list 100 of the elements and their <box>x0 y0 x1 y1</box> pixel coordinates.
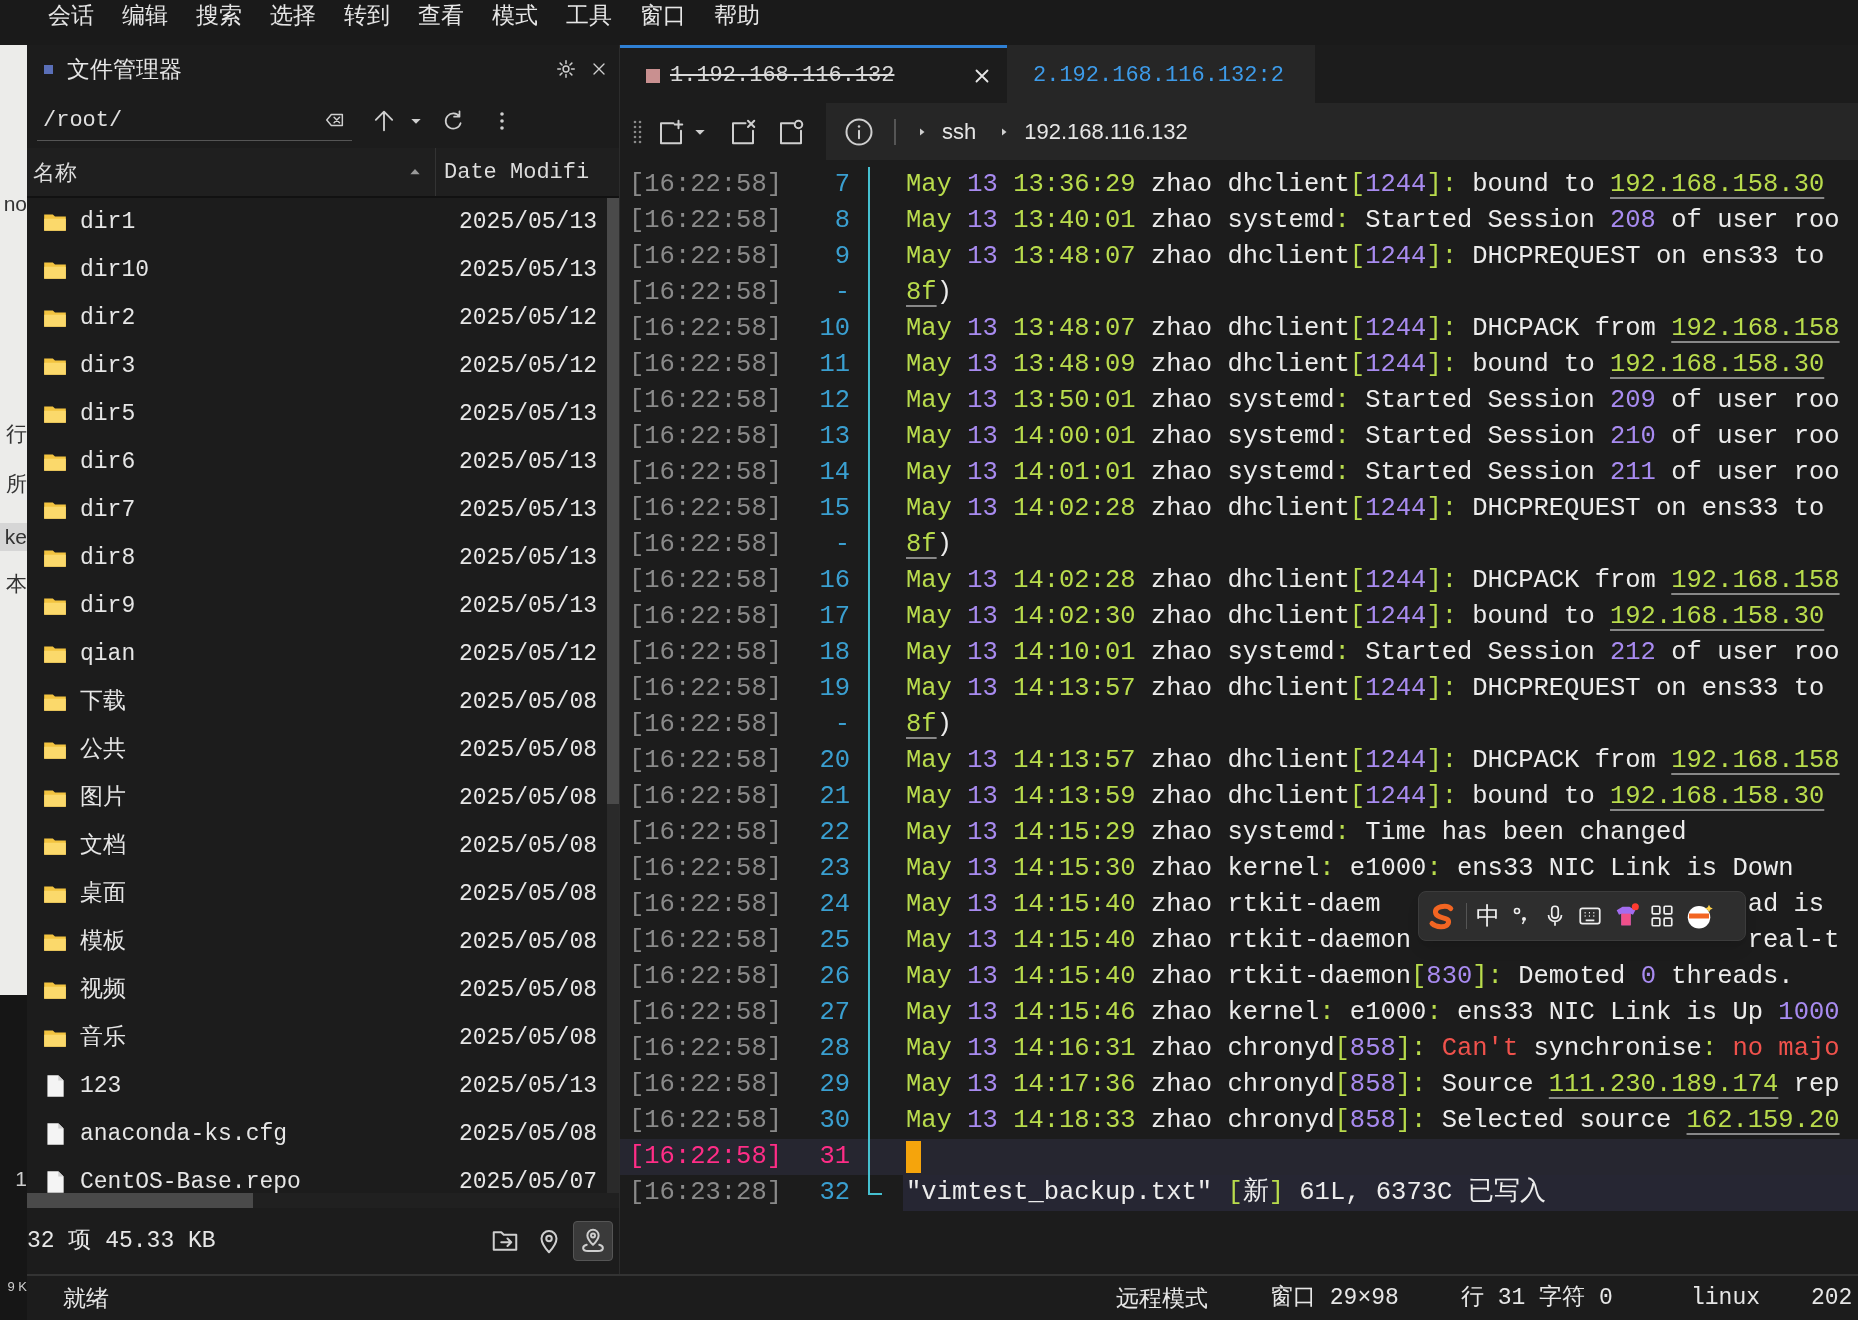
background-text: 所 <box>6 471 27 497</box>
column-header[interactable]: 名称 <box>27 148 436 196</box>
line-number: 11 <box>818 349 850 381</box>
line-number: 29 <box>818 1069 850 1101</box>
file-row[interactable]: qian 2025/05/12 <box>27 630 607 678</box>
timestamp: [16:22:58] <box>629 421 782 453</box>
path-field[interactable]: /root/ <box>37 100 352 141</box>
settings-icon[interactable] <box>555 58 577 80</box>
log-text: May 13 13:48:07 zhao dhclient[1244]: DHCPREQUEST on ens33 to <box>906 241 1825 273</box>
pin-route-button[interactable] <box>573 1221 613 1261</box>
input-mode-toggle[interactable]: 中 <box>1476 898 1500 934</box>
menu-item[interactable]: 查看 <box>418 1 464 29</box>
date-text: 2025/05/08 <box>458 831 597 861</box>
toolbar-separator <box>894 118 896 145</box>
file-row[interactable]: 视频 2025/05/08 <box>27 966 607 1014</box>
menu-item[interactable]: 窗口 <box>640 1 686 29</box>
line-number: 30 <box>818 1105 850 1137</box>
file-row[interactable]: 123 2025/05/13 <box>27 1062 607 1110</box>
timestamp: [16:22:58] <box>629 493 782 525</box>
file-row[interactable]: dir10 2025/05/13 <box>27 246 607 294</box>
status-text: 就绪 <box>63 1283 110 1313</box>
line-number: 14 <box>818 457 850 489</box>
log-text: May 13 14:18:33 zhao chronyd[858]: Selected source 162.159.20 <box>906 1105 1840 1137</box>
file-row[interactable]: 公共 2025/05/08 <box>27 726 607 774</box>
log-text: May 13 14:02:28 zhao dhclient[1244]: DHCPREQUEST on ens33 to <box>906 493 1825 525</box>
date-text: 2025/05/12 <box>458 351 597 381</box>
menu-item[interactable]: 搜索 <box>196 1 242 29</box>
file-row[interactable]: dir1 2025/05/13 <box>27 198 607 246</box>
grid-icon[interactable] <box>1649 903 1675 929</box>
timestamp: [16:22:58] <box>629 313 782 345</box>
file-row[interactable]: CentOS-Base.repo 2025/05/07 <box>27 1158 607 1193</box>
line-number: 20 <box>818 745 850 777</box>
date-text: 2025/05/08 <box>458 975 597 1005</box>
date-text: 2025/05/12 <box>458 639 597 669</box>
line-number: - <box>833 709 850 741</box>
log-text: ad is <box>1747 889 1825 921</box>
log-text: May 13 14:15:40 zhao rtkit-daem <box>906 889 1381 921</box>
terminal-tab[interactable]: 2.192.168.116.132:2 <box>1007 45 1315 103</box>
file-row[interactable]: dir7 2025/05/13 <box>27 486 607 534</box>
log-text: May 13 14:15:46 zhao kernel: e1000: ens33 NIC Link is Up 1000 <box>906 997 1840 1029</box>
breadcrumb-item[interactable]: 192.168.116.132 <box>1024 115 1188 148</box>
log-text: May 13 14:15:30 zhao kernel: e1000: ens33 NIC Link is Down <box>906 853 1794 885</box>
file-row[interactable]: 桌面 2025/05/08 <box>27 870 607 918</box>
file-row[interactable]: dir3 2025/05/12 <box>27 342 607 390</box>
column-header[interactable]: Date Modifi <box>436 148 619 196</box>
timestamp: [16:22:58] <box>629 997 782 1029</box>
file-row[interactable]: dir2 2025/05/12 <box>27 294 607 342</box>
log-text: May 13 14:02:28 zhao dhclient[1244]: DHCPACK from 192.168.158 <box>906 565 1840 597</box>
info-icon[interactable] <box>844 116 874 147</box>
log-text: May 13 14:17:36 zhao chronyd[858]: Source 111.230.189.174 rep <box>906 1069 1840 1101</box>
timestamp: [16:22:58] <box>629 529 782 561</box>
file-row[interactable]: dir5 2025/05/13 <box>27 390 607 438</box>
file-row[interactable]: anaconda-ks.cfg 2025/05/08 <box>27 1110 607 1158</box>
file-row[interactable]: 文档 2025/05/08 <box>27 822 607 870</box>
menu-item[interactable]: 选择 <box>270 1 316 29</box>
timestamp: [16:22:58] <box>629 601 782 633</box>
file-row[interactable]: 图片 2025/05/08 <box>27 774 607 822</box>
date-text: 2025/05/08 <box>458 735 597 765</box>
status-item: 窗口 29×98 <box>1270 1283 1400 1313</box>
log-text: May 13 13:36:29 zhao dhclient[1244]: bound to 192.168.158.30 <box>906 169 1825 201</box>
line-number: 7 <box>833 169 850 201</box>
status-square-icon <box>646 68 660 83</box>
menu-item[interactable]: 编辑 <box>122 1 168 29</box>
menu-item[interactable]: 转到 <box>344 1 390 29</box>
line-number: 25 <box>818 925 850 957</box>
scrollbar-thumb[interactable] <box>27 1193 253 1208</box>
line-number: 10 <box>818 313 850 345</box>
file-row[interactable]: dir6 2025/05/13 <box>27 438 607 486</box>
log-text: May 13 14:13:57 zhao dhclient[1244]: DHCPACK from 192.168.158 <box>906 745 1840 777</box>
log-text: May 13 13:48:09 zhao dhclient[1244]: bound to 192.168.158.30 <box>906 349 1825 381</box>
file-row[interactable]: 下载 2025/05/08 <box>27 678 607 726</box>
scrollbar-thumb[interactable] <box>607 198 619 804</box>
line-number: 21 <box>818 781 850 813</box>
file-row[interactable]: dir8 2025/05/13 <box>27 534 607 582</box>
line-number: 26 <box>818 961 850 993</box>
file-row[interactable]: 音乐 2025/05/08 <box>27 1014 607 1062</box>
menu-item[interactable]: 会话 <box>48 1 94 29</box>
line-number: 19 <box>818 673 850 705</box>
log-text: May 13 14:02:30 zhao dhclient[1244]: bound to 192.168.158.30 <box>906 601 1825 633</box>
timestamp: [16:22:58] <box>629 205 782 237</box>
line-number: - <box>833 529 850 561</box>
menu-item[interactable]: 工具 <box>566 1 612 29</box>
menu-item[interactable]: 模式 <box>492 1 538 29</box>
timestamp: [16:22:58] <box>629 349 782 381</box>
date-text: 2025/05/08 <box>458 879 597 909</box>
line-number: 27 <box>818 997 850 1029</box>
line-number: 16 <box>818 565 850 597</box>
log-text: May 13 14:13:57 zhao dhclient[1244]: DHCPREQUEST on ens33 to <box>906 673 1825 705</box>
file-row[interactable]: 模板 2025/05/08 <box>27 918 607 966</box>
background-text: 1 <box>15 1166 27 1192</box>
menu-item[interactable]: 帮助 <box>714 1 760 29</box>
breadcrumb-item[interactable]: ssh <box>942 115 977 148</box>
background-text: no <box>3 191 27 217</box>
line-number: 28 <box>818 1033 850 1065</box>
date-text: 2025/05/08 <box>458 783 597 813</box>
file-row[interactable]: dir9 2025/05/13 <box>27 582 607 630</box>
timestamp: [16:22:58] <box>629 457 782 489</box>
date-text: 2025/05/13 <box>458 399 597 429</box>
line-number: 9 <box>833 241 850 273</box>
line-number: 32 <box>818 1177 850 1209</box>
